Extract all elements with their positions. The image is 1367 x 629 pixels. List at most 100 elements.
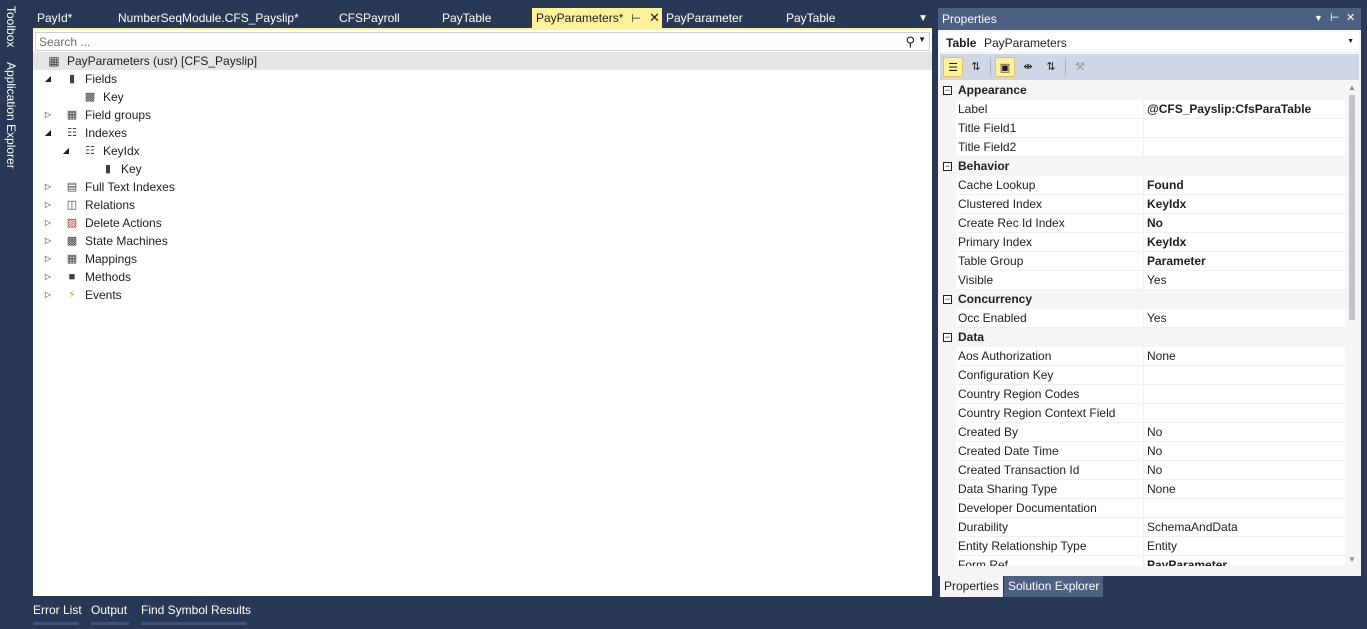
collapsed-arrow-icon[interactable]: ▷ — [43, 268, 53, 286]
properties-view-icon[interactable]: ▣ — [995, 57, 1015, 77]
doc-tab-paytable[interactable]: PayTable — [438, 8, 532, 28]
collapse-category-icon[interactable]: − — [943, 86, 952, 95]
property-value[interactable]: KeyIdx — [1147, 235, 1186, 249]
tab-overflow-chevron-down-icon[interactable]: ▼ — [918, 8, 928, 30]
property-category[interactable]: − Appearance — [940, 81, 1345, 100]
tree-node-delete-actions[interactable]: ▷ ▨ Delete Actions — [33, 214, 932, 232]
property-value[interactable]: KeyIdx — [1147, 197, 1186, 211]
collapse-all-icon[interactable]: ⇼ — [1018, 57, 1038, 77]
tree-node-events[interactable]: ▷ ⚡ Events — [33, 286, 932, 304]
doc-tab-payparameters-active[interactable]: PayParameters* ⊢ ✕ — [532, 8, 662, 28]
object-selector[interactable]: Table PayParameters ▼ — [940, 32, 1359, 52]
property-row[interactable]: Created Date Time No — [940, 442, 1345, 461]
property-row[interactable]: Configuration Key — [940, 366, 1345, 385]
property-row[interactable]: Form Ref PayParameter — [940, 556, 1345, 566]
collapsed-arrow-icon[interactable]: ▷ — [43, 286, 53, 304]
search-options-chevron-down-icon[interactable]: ▼ — [918, 35, 926, 44]
doc-tab-payid[interactable]: PayId* — [33, 8, 114, 28]
categorized-icon[interactable]: ☰ — [943, 57, 963, 77]
property-category[interactable]: − Concurrency — [940, 290, 1345, 309]
property-value[interactable]: PayParameter — [1147, 558, 1227, 566]
property-row[interactable]: Created By No — [940, 423, 1345, 442]
tree-node-fields[interactable]: ◢ ▮ Fields — [33, 70, 932, 88]
doc-tab-payparameter[interactable]: PayParameter — [662, 8, 782, 28]
search-icon[interactable]: ⚲ — [905, 34, 915, 50]
property-category[interactable]: − Behavior — [940, 157, 1345, 176]
collapsed-arrow-icon[interactable]: ▷ — [43, 106, 53, 124]
property-value[interactable]: None — [1147, 482, 1176, 496]
tab-find-symbol-results[interactable]: Find Symbol Results — [141, 603, 251, 617]
property-value[interactable]: No — [1147, 463, 1162, 477]
scroll-down-icon[interactable]: ▼ — [1348, 555, 1356, 564]
property-value[interactable]: SchemaAndData — [1147, 520, 1238, 534]
collapse-category-icon[interactable]: − — [943, 333, 952, 342]
property-value[interactable]: None — [1147, 349, 1176, 363]
alphabetical-sort-icon[interactable]: ⇅ — [966, 57, 986, 77]
tree-node-mappings[interactable]: ▷ ▦ Mappings — [33, 250, 932, 268]
property-row[interactable]: Country Region Context Field — [940, 404, 1345, 423]
collapsed-arrow-icon[interactable]: ▷ — [43, 250, 53, 268]
property-value[interactable]: @CFS_Payslip:CfsParaTable — [1147, 102, 1311, 116]
doc-tab-paytable-2[interactable]: PayTable — [782, 8, 872, 28]
property-row[interactable]: Table Group Parameter — [940, 252, 1345, 271]
property-row[interactable]: Occ Enabled Yes — [940, 309, 1345, 328]
tree-node-keyidx[interactable]: ◢ ☷ KeyIdx — [33, 142, 932, 160]
tab-solution-explorer[interactable]: Solution Explorer — [1004, 576, 1104, 597]
window-position-chevron-down-icon[interactable]: ▼ — [1314, 13, 1323, 23]
tab-error-list[interactable]: Error List — [33, 603, 82, 617]
toolbox-tab[interactable]: Toolbox — [4, 6, 18, 47]
chevron-down-icon[interactable]: ▼ — [1347, 38, 1354, 45]
property-row[interactable]: Primary Index KeyIdx — [940, 233, 1345, 252]
property-row[interactable]: Visible Yes — [940, 271, 1345, 290]
property-value[interactable]: No — [1147, 216, 1163, 230]
property-value[interactable]: No — [1147, 425, 1162, 439]
collapse-category-icon[interactable]: − — [943, 162, 952, 171]
tree-node-key[interactable]: ▩ Key — [33, 88, 932, 106]
tab-properties[interactable]: Properties — [940, 576, 1003, 597]
property-grid-scrollbar[interactable]: ▲ ▼ — [1345, 81, 1359, 566]
collapsed-arrow-icon[interactable]: ▷ — [43, 196, 53, 214]
application-explorer-tab[interactable]: Application Explorer — [4, 62, 18, 169]
close-icon[interactable]: ✕ — [1346, 11, 1355, 24]
tree-node-state-machines[interactable]: ▷ ▩ State Machines — [33, 232, 932, 250]
expanded-arrow-icon[interactable]: ◢ — [43, 70, 53, 88]
property-row[interactable]: Clustered Index KeyIdx — [940, 195, 1345, 214]
property-row[interactable]: Create Rec Id Index No — [940, 214, 1345, 233]
property-row[interactable]: Cache Lookup Found — [940, 176, 1345, 195]
collapsed-arrow-icon[interactable]: ▷ — [43, 232, 53, 250]
expand-all-icon[interactable]: ⇅ — [1041, 57, 1061, 77]
tree-node-keyidx-key[interactable]: ▮ Key — [33, 160, 932, 178]
property-row[interactable]: Label @CFS_Payslip:CfsParaTable — [940, 100, 1345, 119]
property-value[interactable]: Parameter — [1147, 254, 1206, 268]
tab-output[interactable]: Output — [91, 603, 127, 617]
collapsed-arrow-icon[interactable]: ▷ — [43, 214, 53, 232]
collapse-category-icon[interactable]: − — [943, 295, 952, 304]
doc-tab-numberseqmodule[interactable]: NumberSeqModule.CFS_Payslip* — [114, 8, 335, 28]
tree-node-field-groups[interactable]: ▷ ▦ Field groups — [33, 106, 932, 124]
property-row[interactable]: Country Region Codes — [940, 385, 1345, 404]
property-value[interactable]: Found — [1147, 178, 1184, 192]
doc-tab-cfspayroll[interactable]: CFSPayroll — [335, 8, 438, 28]
tree-root-node[interactable]: ▦ PayParameters (usr) [CFS_Payslip] — [33, 52, 932, 70]
scrollbar-thumb[interactable] — [1349, 95, 1355, 320]
pin-icon[interactable]: ⊢ — [631, 13, 641, 25]
property-row[interactable]: Created Transaction Id No — [940, 461, 1345, 480]
property-row[interactable]: Title Field2 — [940, 138, 1345, 157]
tree-node-relations[interactable]: ▷ ◫ Relations — [33, 196, 932, 214]
property-value[interactable]: No — [1147, 444, 1162, 458]
property-row[interactable]: Developer Documentation — [940, 499, 1345, 518]
property-row[interactable]: Durability SchemaAndData — [940, 518, 1345, 537]
property-value[interactable]: Entity — [1147, 539, 1177, 553]
wrench-icon[interactable]: ⚒ — [1070, 57, 1090, 77]
property-row[interactable]: Title Field1 — [940, 119, 1345, 138]
pin-icon[interactable]: ⊢ — [1330, 11, 1340, 24]
property-row[interactable]: Data Sharing Type None — [940, 480, 1345, 499]
property-value[interactable]: Yes — [1147, 273, 1167, 287]
close-icon[interactable]: ✕ — [649, 10, 660, 25]
tree-node-full-text-indexes[interactable]: ▷ ▤ Full Text Indexes — [33, 178, 932, 196]
expanded-arrow-icon[interactable]: ◢ — [61, 142, 71, 160]
property-row[interactable]: Entity Relationship Type Entity — [940, 537, 1345, 556]
tree-node-methods[interactable]: ▷ ■ Methods — [33, 268, 932, 286]
expanded-arrow-icon[interactable]: ◢ — [43, 124, 53, 142]
scroll-up-icon[interactable]: ▲ — [1348, 83, 1356, 92]
